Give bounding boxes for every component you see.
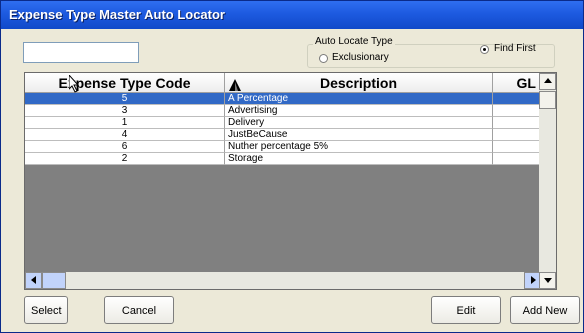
window-title: Expense Type Master Auto Locator <box>9 7 225 22</box>
table-row[interactable]: 5 A Percentage <box>25 93 541 105</box>
description-header-label: Description <box>319 75 397 91</box>
code-cell: 4 <box>25 129 225 141</box>
description-cell: JustBeCause <box>225 129 493 141</box>
description-cell: Delivery <box>225 117 493 129</box>
arrow-left-icon <box>30 276 36 284</box>
expense-type-grid: Expense Type Code Description GL 5 A Per… <box>24 72 557 290</box>
locator-window: Expense Type Master Auto Locator Auto Lo… <box>0 0 584 333</box>
auto-locate-label: Auto Locate Type <box>313 36 395 47</box>
gl-cell <box>493 93 541 105</box>
gl-cell <box>493 105 541 117</box>
exclusionary-radio[interactable] <box>319 54 328 63</box>
column-header-description[interactable]: Description <box>225 73 493 93</box>
code-cell: 3 <box>25 105 225 117</box>
code-cell: 6 <box>25 141 225 153</box>
mouse-cursor-icon <box>68 73 81 98</box>
description-cell: Advertising <box>225 105 493 117</box>
table-row[interactable]: 6 Nuther percentage 5% <box>25 141 541 153</box>
horizontal-scroll-thumb[interactable] <box>42 272 66 289</box>
table-row[interactable]: 1 Delivery <box>25 117 541 129</box>
description-cell: A Percentage <box>225 93 493 105</box>
find-first-label[interactable]: Find First <box>494 43 536 54</box>
scroll-down-button[interactable] <box>539 272 556 289</box>
vertical-scrollbar[interactable] <box>539 73 556 289</box>
gl-cell <box>493 153 541 165</box>
gl-cell <box>493 129 541 141</box>
code-cell: 5 <box>25 93 225 105</box>
code-cell: 1 <box>25 117 225 129</box>
code-cell: 2 <box>25 153 225 165</box>
column-header-code[interactable]: Expense Type Code <box>25 73 225 93</box>
table-row[interactable]: 3 Advertising <box>25 105 541 117</box>
column-header-gl[interactable]: GL <box>493 73 541 93</box>
gl-cell <box>493 141 541 153</box>
arrow-up-icon <box>543 78 552 83</box>
search-input[interactable] <box>23 42 139 63</box>
add-new-button[interactable]: Add New <box>510 296 580 324</box>
cancel-button[interactable]: Cancel <box>104 296 174 324</box>
find-first-radio[interactable] <box>480 45 489 54</box>
arrow-right-icon <box>530 276 536 284</box>
scroll-up-button[interactable] <box>539 73 556 90</box>
description-cell: Storage <box>225 153 493 165</box>
scroll-left-button[interactable] <box>25 272 42 289</box>
table-row[interactable]: 4 JustBeCause <box>25 129 541 141</box>
table-row[interactable]: 2 Storage <box>25 153 541 165</box>
title-bar[interactable]: Expense Type Master Auto Locator <box>1 1 583 29</box>
arrow-down-icon <box>543 278 552 283</box>
vertical-scroll-thumb[interactable] <box>539 91 556 109</box>
exclusionary-label[interactable]: Exclusionary <box>332 52 389 63</box>
edit-button[interactable]: Edit <box>431 296 501 324</box>
gl-cell <box>493 117 541 129</box>
select-button[interactable]: Select <box>24 296 68 324</box>
horizontal-scrollbar[interactable] <box>25 272 541 289</box>
description-cell: Nuther percentage 5% <box>225 141 493 153</box>
